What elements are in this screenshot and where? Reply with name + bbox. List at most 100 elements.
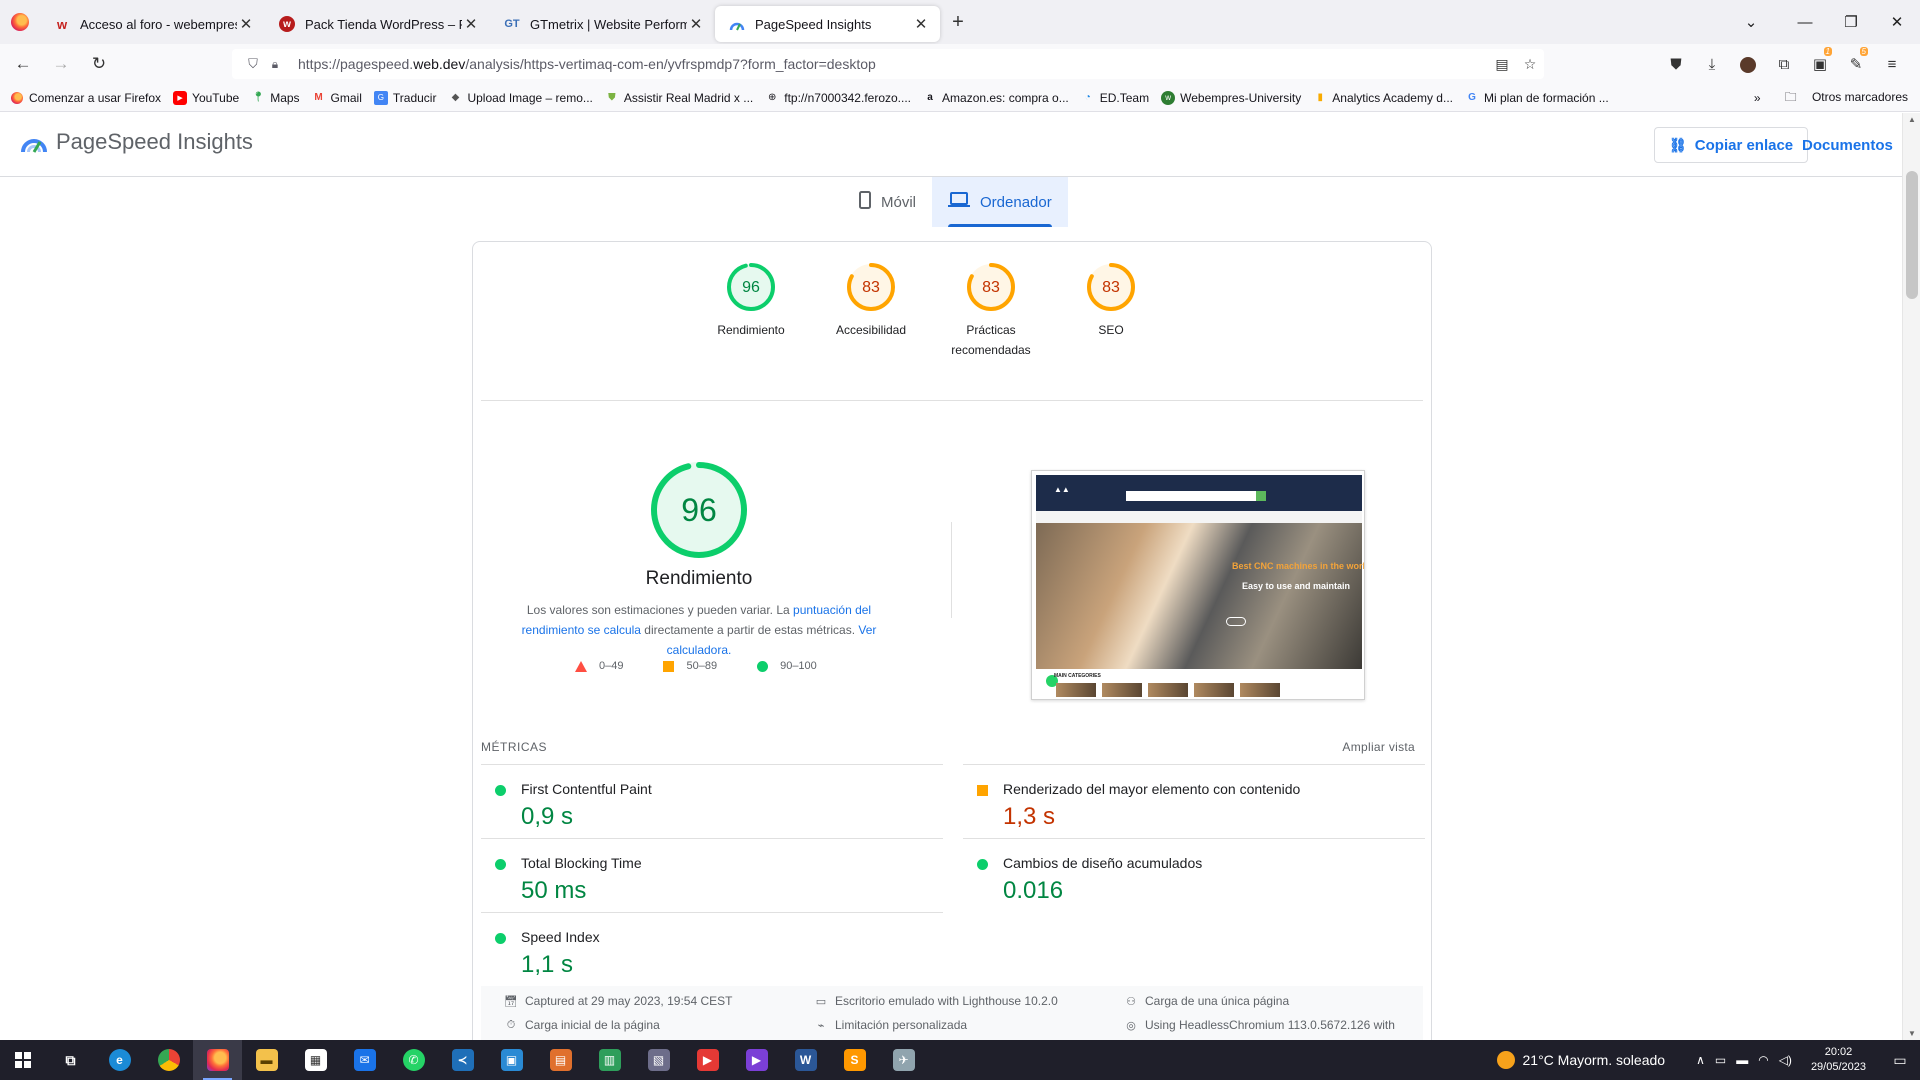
metric-value: 0.016 (1003, 877, 1064, 904)
word-icon[interactable]: W (781, 1040, 830, 1080)
whatsapp-taskbar-icon[interactable]: ✆ (389, 1040, 438, 1080)
weather-widget[interactable]: 21°C Mayorm. soleado (1496, 1051, 1665, 1069)
close-tab-icon[interactable]: ✕ (237, 15, 255, 33)
start-button[interactable] (0, 1052, 46, 1068)
new-tab-icon[interactable]: + (940, 11, 976, 34)
lock-icon[interactable]: 🔒︎ (264, 57, 286, 72)
scroll-down-icon[interactable]: ▼ (1903, 1029, 1920, 1038)
expand-view-toggle[interactable]: Ampliar vista (1342, 740, 1415, 754)
wifi-icon[interactable]: ◠ (1758, 1053, 1768, 1067)
battery-icon[interactable]: ▬ (1736, 1053, 1748, 1067)
score-value: 83 (1102, 279, 1120, 296)
close-tab-icon[interactable]: ✕ (687, 15, 705, 33)
bookmark-item[interactable]: G Traducir (373, 90, 436, 105)
tab-mobile[interactable]: Móvil (843, 177, 932, 227)
bookmark-item[interactable]: ⛊ Assistir Real Madrid x ... (605, 91, 753, 105)
mail-icon[interactable]: ✉ (340, 1040, 389, 1080)
extension-icon[interactable]: ✎ 5 (1838, 47, 1874, 73)
browser-tab[interactable]: GT GTmetrix | Website Performance Testin… (490, 6, 715, 42)
bookmark-item[interactable]: 📍︎ Maps (251, 91, 300, 105)
app-icon[interactable]: ▶ (683, 1040, 732, 1080)
forward-icon[interactable]: → (46, 54, 76, 74)
pocket-icon[interactable]: ⛊ (1658, 56, 1694, 73)
back-icon[interactable]: ← (8, 54, 38, 74)
bookmark-item[interactable]: w Webempres-University (1161, 90, 1301, 105)
page-scrollbar[interactable]: ▲ ▼ (1902, 113, 1920, 1040)
bookmark-item[interactable]: G Mi plan de formación ... (1465, 91, 1609, 105)
url-text[interactable]: https://pagespeed.web.dev/analysis/https… (298, 56, 1488, 72)
more-bookmarks-icon[interactable]: » (1754, 91, 1761, 105)
extension-badge-icon[interactable]: ▣ 1 (1802, 47, 1838, 73)
address-bar[interactable]: ⛉ 🔒︎ https://pagespeed.web.dev/analysis/… (232, 49, 1544, 79)
browser-tab-active[interactable]: PageSpeed Insights ✕ (715, 6, 940, 42)
app-icon[interactable]: ▥ (585, 1040, 634, 1080)
task-view-icon[interactable]: ⧉ (46, 1040, 95, 1080)
copy-link-button[interactable]: ⛓︎ Copiar enlace (1654, 127, 1809, 163)
app-icon[interactable]: ▤ (536, 1040, 585, 1080)
gauge-label: Prácticas recomendadas (951, 323, 1031, 357)
sun-icon (1496, 1051, 1515, 1069)
gauge-accessibility[interactable]: 83 Accesibilidad (811, 262, 931, 340)
gauge-performance[interactable]: 96 Rendimiento (691, 262, 811, 340)
list-tabs-icon[interactable]: ⌄ (1728, 13, 1774, 31)
browser-tab[interactable]: w Pack Tienda WordPress – Foro Webempres… (265, 6, 490, 42)
file-explorer-icon[interactable]: ▬ (242, 1040, 291, 1080)
close-window-icon[interactable]: ✕ (1874, 13, 1920, 31)
metric-fcp: First Contentful Paint 0,9 s (481, 764, 943, 838)
bookmark-star-icon[interactable]: ☆ (1516, 56, 1544, 73)
tracking-shield-icon[interactable]: ⛉ (242, 56, 264, 72)
tab-desktop[interactable]: Ordenador (932, 177, 1068, 227)
psi-logo[interactable]: PageSpeed Insights (20, 129, 253, 155)
chrome-icon[interactable] (144, 1040, 193, 1080)
gauge-label: SEO (1098, 323, 1124, 337)
other-bookmarks[interactable]: 🗀︎ Otros marcadores (1773, 88, 1908, 109)
gauge-best-practices[interactable]: 83 Prácticas recomendadas (931, 262, 1051, 360)
reload-icon[interactable]: ↻ (84, 54, 114, 74)
clock[interactable]: 20:02 29/05/2023 (1811, 1045, 1866, 1075)
app-icon[interactable]: ✈ (879, 1040, 928, 1080)
runtime-settings: 📅︎ Captured at 29 may 2023, 19:54 CEST ▭ E… (481, 986, 1423, 1040)
browser-tab[interactable]: w Acceso al foro - webempresa.com ✕ (40, 6, 265, 42)
device-icon[interactable]: ▭ (1715, 1053, 1726, 1067)
vscode-icon[interactable]: ≺ (438, 1040, 487, 1080)
extensions-icon[interactable]: ⧉ (1766, 56, 1802, 73)
notifications-icon[interactable]: ▭ (1880, 1052, 1920, 1069)
store-icon[interactable]: ▦ (291, 1040, 340, 1080)
firefox-view-button[interactable] (0, 0, 40, 44)
firefox-taskbar-icon[interactable] (193, 1040, 242, 1080)
score-legend: 0–49 50–89 90–100 (575, 660, 857, 672)
bookmark-item[interactable]: a Amazon.es: compra o... (923, 91, 1069, 105)
bookmark-item[interactable]: ◔ ED.Team (1081, 91, 1149, 105)
runtime-item: ⌁ Limitación personalizada (813, 1018, 967, 1032)
reader-view-icon[interactable]: ▤ (1488, 56, 1516, 73)
sublime-icon[interactable]: S (830, 1040, 879, 1080)
bookmark-item[interactable]: ▮ Analytics Academy d... (1313, 91, 1454, 105)
bookmark-item[interactable]: ◆ Upload Image – remo... (448, 91, 593, 105)
bookmarks-toolbar: Comenzar a usar Firefox ▶ YouTube 📍︎ Maps … (0, 84, 1920, 112)
edge-icon[interactable]: e (95, 1040, 144, 1080)
bookmark-item[interactable]: M Gmail (312, 91, 362, 105)
app-icon[interactable]: ▶ (732, 1040, 781, 1080)
bookmark-item[interactable]: Comenzar a usar Firefox (10, 91, 161, 105)
pagespeed-logo-icon (21, 139, 47, 153)
chevron-up-icon[interactable]: ∧ (1696, 1053, 1705, 1067)
bookmark-item[interactable]: ▶ YouTube (173, 90, 239, 105)
docs-link[interactable]: Documentos (1802, 127, 1893, 163)
restore-icon[interactable]: ❐ (1828, 13, 1874, 31)
app-icon[interactable]: ▣ (487, 1040, 536, 1080)
gauge-label: Accesibilidad (835, 323, 907, 337)
score-gauge: 83 (1087, 263, 1135, 311)
minimize-icon[interactable]: — (1782, 14, 1828, 31)
bookmark-item[interactable]: ⊕ ftp://n7000342.ferozo.... (765, 91, 911, 105)
app-menu-icon[interactable]: ≡ (1874, 56, 1910, 73)
score-value: 96 (742, 279, 760, 296)
downloads-icon[interactable]: ⤓ (1694, 56, 1730, 73)
scrollbar-thumb[interactable] (1906, 171, 1918, 299)
volume-icon[interactable]: ◁) (1779, 1053, 1792, 1067)
account-avatar[interactable] (1730, 55, 1766, 73)
close-tab-icon[interactable]: ✕ (462, 15, 480, 33)
gauge-seo[interactable]: 83 SEO (1051, 262, 1171, 340)
scroll-up-icon[interactable]: ▲ (1903, 115, 1920, 124)
close-tab-icon[interactable]: ✕ (912, 15, 930, 33)
app-icon[interactable]: ▧ (634, 1040, 683, 1080)
